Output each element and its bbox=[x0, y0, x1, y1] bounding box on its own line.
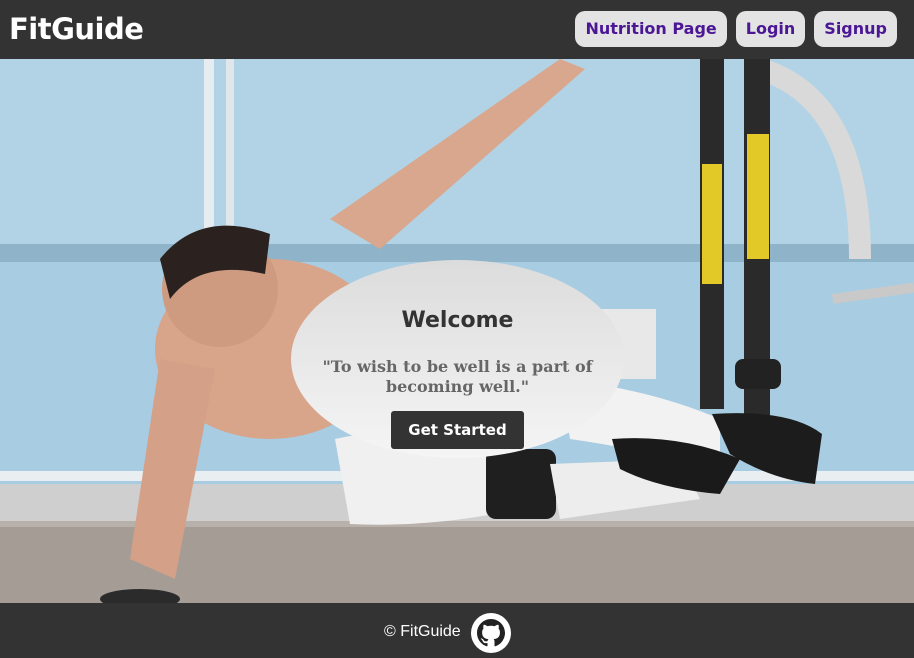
hero-section: Welcome "To wish to be well is a part of… bbox=[0, 59, 914, 603]
navbar: FitGuide Nutrition Page Login Signup bbox=[0, 0, 914, 59]
nutrition-page-button[interactable]: Nutrition Page bbox=[575, 11, 727, 47]
get-started-button[interactable]: Get Started bbox=[391, 411, 524, 449]
nav-links: Nutrition Page Login Signup bbox=[575, 11, 897, 47]
copyright-text: © FitGuide bbox=[384, 623, 461, 640]
login-button[interactable]: Login bbox=[735, 11, 806, 47]
signup-button[interactable]: Signup bbox=[814, 11, 897, 47]
brand-logo[interactable]: FitGuide bbox=[9, 10, 144, 48]
github-glyph bbox=[477, 619, 505, 647]
welcome-title: Welcome bbox=[401, 308, 514, 333]
welcome-quote: "To wish to be well is a part of becomin… bbox=[322, 357, 593, 396]
github-icon[interactable] bbox=[471, 613, 511, 653]
welcome-card: Welcome "To wish to be well is a part of… bbox=[291, 260, 624, 458]
footer: © FitGuide bbox=[0, 603, 914, 658]
